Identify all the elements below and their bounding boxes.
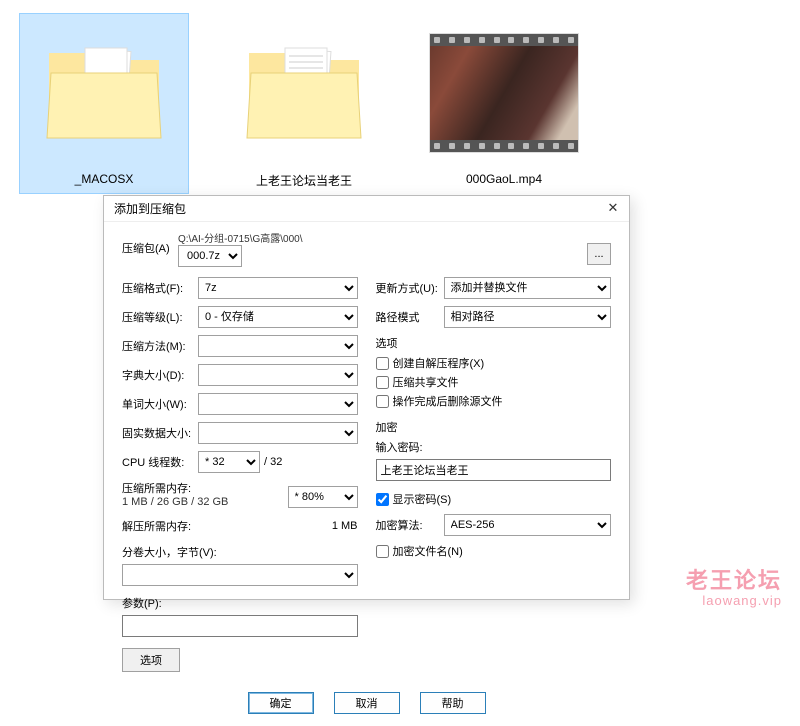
solid-select[interactable] bbox=[198, 422, 358, 444]
solid-label: 固实数据大小: bbox=[122, 425, 198, 441]
video-file[interactable]: 000GaoL.mp4 bbox=[420, 14, 588, 193]
cpu-total: / 32 bbox=[264, 456, 282, 468]
cpu-label: CPU 线程数: bbox=[122, 454, 198, 470]
algo-select[interactable]: AES-256 bbox=[444, 514, 612, 536]
watermark-line1: 老王论坛 bbox=[686, 563, 782, 595]
video-label: 000GaoL.mp4 bbox=[466, 172, 542, 186]
share-checkbox-row[interactable]: 压缩共享文件 bbox=[376, 374, 612, 390]
folder-icon bbox=[29, 18, 179, 168]
split-select[interactable] bbox=[122, 564, 358, 586]
sfx-checkbox[interactable] bbox=[376, 357, 389, 370]
path-label: 路径模式 bbox=[376, 309, 444, 325]
word-label: 单词大小(W): bbox=[122, 396, 198, 412]
dict-label: 字典大小(D): bbox=[122, 367, 198, 383]
update-select[interactable]: 添加并替换文件 bbox=[444, 277, 612, 299]
help-button[interactable]: 帮助 bbox=[420, 692, 486, 714]
archive-label: 压缩包(A) bbox=[122, 230, 172, 256]
format-label: 压缩格式(F): bbox=[122, 280, 198, 296]
archive-name-select[interactable]: 000.7z bbox=[178, 245, 242, 267]
watermark: 老王论坛 laowang.vip bbox=[686, 563, 782, 608]
browse-button[interactable]: ... bbox=[587, 243, 611, 265]
desktop-area: _MACOSX 上老王论坛当老王 bbox=[0, 0, 800, 207]
add-to-archive-dialog: 添加到压缩包 ✕ 压缩包(A) Q:\AI-分组-0715\G高露\000\ 0… bbox=[103, 195, 630, 600]
watermark-line2: laowang.vip bbox=[686, 593, 782, 608]
encrypt-group-label: 加密 bbox=[376, 419, 612, 435]
method-label: 压缩方法(M): bbox=[122, 338, 198, 354]
cpu-select[interactable]: * 32 bbox=[198, 451, 260, 473]
format-select[interactable]: 7z bbox=[198, 277, 358, 299]
sfx-checkbox-row[interactable]: 创建自解压程序(X) bbox=[376, 355, 612, 371]
folder-laowang[interactable]: 上老王论坛当老王 bbox=[220, 14, 388, 193]
show-password-row[interactable]: 显示密码(S) bbox=[376, 491, 612, 507]
video-icon bbox=[429, 18, 579, 168]
delete-checkbox[interactable] bbox=[376, 395, 389, 408]
password-input[interactable] bbox=[376, 459, 612, 481]
mem-decompress-value: 1 MB bbox=[332, 520, 358, 532]
encrypt-names-checkbox[interactable] bbox=[376, 545, 389, 558]
params-label: 参数(P): bbox=[122, 595, 358, 611]
dialog-title: 添加到压缩包 bbox=[114, 200, 186, 217]
archive-path: Q:\AI-分组-0715\G高露\000\ bbox=[178, 230, 581, 245]
path-select[interactable]: 相对路径 bbox=[444, 306, 612, 328]
cancel-button[interactable]: 取消 bbox=[334, 692, 400, 714]
password-label: 输入密码: bbox=[376, 439, 612, 455]
word-select[interactable] bbox=[198, 393, 358, 415]
algo-label: 加密算法: bbox=[376, 517, 444, 533]
folder-macosx[interactable]: _MACOSX bbox=[20, 14, 188, 193]
split-label: 分卷大小，字节(V): bbox=[122, 544, 358, 560]
dict-select[interactable] bbox=[198, 364, 358, 386]
show-password-checkbox[interactable] bbox=[376, 493, 389, 506]
delete-checkbox-row[interactable]: 操作完成后删除源文件 bbox=[376, 393, 612, 409]
encrypt-names-row[interactable]: 加密文件名(N) bbox=[376, 543, 612, 559]
method-select[interactable] bbox=[198, 335, 358, 357]
titlebar[interactable]: 添加到压缩包 ✕ bbox=[104, 196, 629, 222]
mem-compress-value: 1 MB / 26 GB / 32 GB bbox=[122, 496, 288, 508]
level-label: 压缩等级(L): bbox=[122, 309, 198, 325]
folder-label: 上老王论坛当老王 bbox=[256, 172, 352, 189]
options-button[interactable]: 选项 bbox=[122, 648, 180, 672]
share-checkbox[interactable] bbox=[376, 376, 389, 389]
mem-decompress-label: 解压所需内存: bbox=[122, 518, 332, 534]
close-icon[interactable]: ✕ bbox=[603, 199, 623, 219]
folder-label: _MACOSX bbox=[75, 172, 134, 186]
options-group-label: 选项 bbox=[376, 335, 612, 351]
mem-percent-select[interactable]: * 80% bbox=[288, 486, 358, 508]
ok-button[interactable]: 确定 bbox=[248, 692, 314, 714]
params-input[interactable] bbox=[122, 615, 358, 637]
level-select[interactable]: 0 - 仅存储 bbox=[198, 306, 358, 328]
folder-icon bbox=[229, 18, 379, 168]
update-label: 更新方式(U): bbox=[376, 280, 444, 296]
mem-compress-label: 压缩所需内存: bbox=[122, 480, 288, 496]
